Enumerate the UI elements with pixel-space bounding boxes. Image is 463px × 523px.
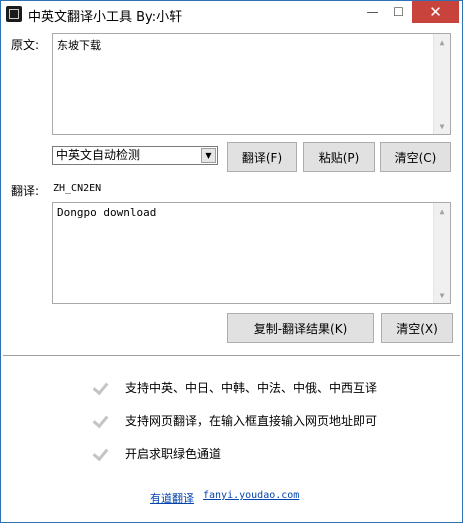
source-scrollbar[interactable]: ▲ ▼ bbox=[433, 34, 450, 134]
clear-result-button[interactable]: 清空(X) bbox=[381, 313, 453, 343]
minimize-button[interactable]: — bbox=[360, 1, 385, 23]
scroll-up-icon[interactable]: ▲ bbox=[434, 203, 450, 219]
scroll-down-icon[interactable]: ▼ bbox=[434, 287, 450, 303]
minimize-icon: — bbox=[366, 5, 379, 19]
check-icon bbox=[92, 446, 110, 460]
translation-mode: ZH_CN2EN bbox=[53, 183, 102, 194]
check-icon bbox=[92, 413, 110, 427]
divider bbox=[3, 355, 460, 357]
maximize-button[interactable]: ☐ bbox=[386, 1, 411, 23]
maximize-icon: ☐ bbox=[393, 5, 404, 19]
app-icon bbox=[6, 6, 22, 22]
result-scrollbar[interactable]: ▲ ▼ bbox=[433, 203, 450, 303]
source-text: 东坡下载 bbox=[57, 39, 101, 52]
feature-text: 开启求职绿色通道 bbox=[125, 446, 222, 461]
chevron-down-icon[interactable]: ▼ bbox=[201, 148, 216, 163]
clear-source-button[interactable]: 清空(C) bbox=[380, 142, 451, 172]
result-label: 翻译: bbox=[11, 184, 40, 198]
paste-button[interactable]: 粘贴(P) bbox=[303, 142, 375, 172]
translate-button[interactable]: 翻译(F) bbox=[227, 142, 297, 172]
close-icon: ✕ bbox=[429, 3, 442, 21]
result-textarea[interactable]: Dongpo download ▲ ▼ bbox=[52, 202, 451, 304]
feature-item: 支持中英、中日、中韩、中法、中俄、中西互译 bbox=[92, 377, 377, 397]
check-icon bbox=[92, 380, 110, 394]
feature-text: 支持中英、中日、中韩、中法、中俄、中西互译 bbox=[125, 380, 378, 395]
scroll-up-icon[interactable]: ▲ bbox=[434, 34, 450, 50]
source-textarea[interactable]: 东坡下载 ▲ ▼ bbox=[52, 33, 451, 135]
close-button[interactable]: ✕ bbox=[412, 1, 459, 23]
feature-item: 开启求职绿色通道 bbox=[92, 443, 221, 463]
result-text: Dongpo download bbox=[57, 206, 157, 219]
youdao-link[interactable]: 有道翻译 fanyi.youdao.com bbox=[150, 490, 299, 506]
title-bar[interactable]: 中英文翻译小工具 By:小轩 — ☐ ✕ bbox=[1, 1, 462, 29]
language-select[interactable]: 中英文自动检测 ▼ bbox=[52, 146, 218, 165]
main-window: 中英文翻译小工具 By:小轩 — ☐ ✕ 原文: 东坡下载 ▲ ▼ 中英文自动检… bbox=[0, 0, 463, 523]
language-select-value: 中英文自动检测 bbox=[56, 148, 141, 162]
window-title: 中英文翻译小工具 By:小轩 bbox=[28, 10, 183, 25]
scroll-down-icon[interactable]: ▼ bbox=[434, 118, 450, 134]
youdao-link-url[interactable]: fanyi.youdao.com bbox=[203, 490, 299, 506]
youdao-link-label[interactable]: 有道翻译 bbox=[150, 490, 194, 506]
copy-result-button[interactable]: 复制-翻译结果(K) bbox=[227, 313, 374, 343]
feature-text: 支持网页翻译，在输入框直接输入网页地址即可 bbox=[125, 413, 378, 428]
source-label: 原文: bbox=[11, 38, 40, 52]
feature-item: 支持网页翻译，在输入框直接输入网页地址即可 bbox=[92, 410, 377, 430]
